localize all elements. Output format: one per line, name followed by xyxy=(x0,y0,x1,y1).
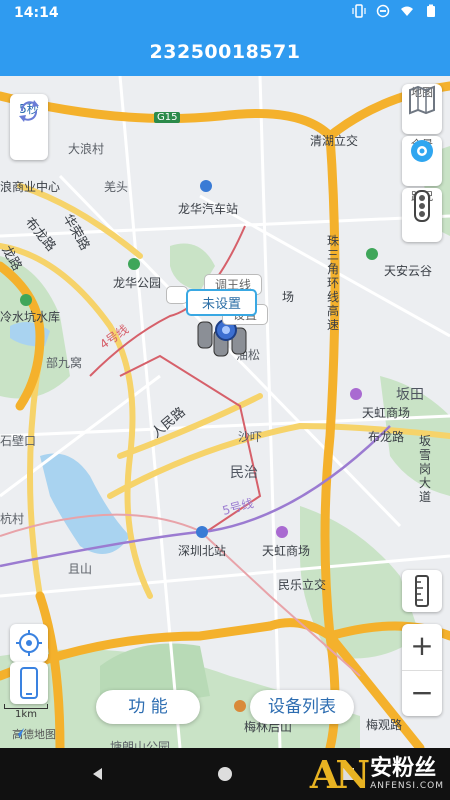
map-label-tianan: 天安云谷 xyxy=(384,264,433,278)
bus-station-icon xyxy=(200,180,212,192)
map-label-dalang: 大浪村 xyxy=(68,142,105,156)
map-label-longhua-bus: 龙华汽车站 xyxy=(178,202,239,216)
map-label-longhua-park: 龙华公园 xyxy=(113,276,162,290)
map-label-shahang: 沙吓 xyxy=(238,430,263,444)
phone-icon[interactable] xyxy=(10,662,48,704)
map-label-bantian: 坂田 xyxy=(396,387,424,403)
mall-icon xyxy=(276,526,288,538)
back-icon[interactable] xyxy=(90,766,106,782)
home-icon[interactable] xyxy=(216,765,234,783)
app-header: 23250018571 xyxy=(0,28,450,76)
zoom-control[interactable]: + − xyxy=(402,624,442,716)
panorama-camera-icon[interactable] xyxy=(402,136,442,168)
map-label-shiyan: 石壁口 xyxy=(0,434,37,448)
map-label-g15: G15 xyxy=(154,112,181,123)
map-label-tianhong-1: 天虹商场 xyxy=(262,544,311,558)
map-label-hangcun: 杭村 xyxy=(0,512,25,526)
site-watermark: AN 安粉丝 ANFENSI.COM xyxy=(310,748,444,800)
reservoir-icon xyxy=(20,294,32,306)
map-label-qinghu: 清湖立交 xyxy=(310,134,359,148)
crosshair-icon[interactable] xyxy=(10,624,48,662)
map-label-buling-rd-2: 布龙路 xyxy=(368,430,405,444)
wifi-icon xyxy=(401,6,413,16)
map-label-qiaoshan: 且山 xyxy=(68,562,93,576)
phone-locate-button[interactable] xyxy=(10,662,48,704)
watermark-sub: ANFENSI.COM xyxy=(370,781,444,791)
map-label-tianhong-2: 天虹商场 xyxy=(362,406,411,420)
traffic-light-icon[interactable] xyxy=(402,188,442,224)
map-label-zhusanjiao-highway: 珠三角环线高速 xyxy=(326,234,339,332)
refresh-control[interactable]: 5秒 xyxy=(10,94,48,160)
map-label-buji: 部九窝 xyxy=(46,356,83,370)
map-view[interactable]: G15 清湖立交 大浪村 浪商业中心 羌头 龙华汽车站 龙华公园 布龙路 华荣路… xyxy=(0,76,450,748)
map-scale: 1km xyxy=(4,704,48,720)
map-label-meiguan: 梅观路 xyxy=(366,718,403,732)
vibrate-icon xyxy=(352,4,366,18)
map-icon[interactable] xyxy=(402,84,442,116)
device-tag-unset[interactable]: 未设置 xyxy=(186,289,258,316)
amap-logo: 高德地图 xyxy=(12,726,56,742)
map-label-qiantou: 羌头 xyxy=(104,180,129,194)
map-label-minzhi: 民治 xyxy=(230,465,258,481)
battery-icon xyxy=(427,4,435,17)
do-not-disturb-icon xyxy=(376,4,390,18)
map-label-bansuegang-ave: 坂雪岗大道 xyxy=(418,434,431,504)
device-list-button[interactable]: 设备列表 xyxy=(250,690,354,724)
watermark-text: 安粉丝 xyxy=(370,756,437,781)
status-icons xyxy=(352,4,438,18)
map-label-langshang: 浪商业中心 xyxy=(0,180,61,194)
metro-station-icon xyxy=(196,526,208,538)
map-label-lengshui: 冷水坑水库 xyxy=(0,310,61,324)
map-label-tanglang: 塘朗山公园 xyxy=(110,740,171,748)
watermark-logo: AN xyxy=(309,751,370,797)
device-id-title: 23250018571 xyxy=(149,41,301,63)
park-icon xyxy=(128,258,140,270)
zoom-in-button[interactable]: + xyxy=(402,624,442,671)
watermark-text-block: 安粉丝 ANFENSI.COM xyxy=(370,756,444,792)
park-icon-2 xyxy=(366,248,378,260)
traffic-button[interactable]: 路况 xyxy=(402,188,442,242)
ruler-icon[interactable] xyxy=(402,570,442,612)
mall-icon-2 xyxy=(350,388,362,400)
panorama-button[interactable]: 全景 xyxy=(402,136,442,186)
navigation-arrow-icon xyxy=(14,728,24,738)
scale-label: 1km xyxy=(15,709,37,720)
function-button[interactable]: 功 能 xyxy=(96,690,200,724)
locate-button[interactable] xyxy=(10,624,48,662)
status-time: 14:14 xyxy=(14,5,59,21)
map-layer-button[interactable]: 地图 xyxy=(402,84,442,134)
refresh-icon[interactable] xyxy=(10,94,48,128)
map-label-changfang: 场 xyxy=(282,290,295,304)
ruler-button[interactable] xyxy=(402,570,442,612)
device-tag-ghost-3[interactable] xyxy=(166,286,188,304)
map-label-shenzhen-north: 深圳北站 xyxy=(178,544,227,558)
status-bar: 14:14 xyxy=(0,0,450,28)
zoom-out-button[interactable]: − xyxy=(402,671,442,717)
map-label-minle: 民乐立交 xyxy=(278,578,327,592)
landmark-icon xyxy=(234,700,246,712)
